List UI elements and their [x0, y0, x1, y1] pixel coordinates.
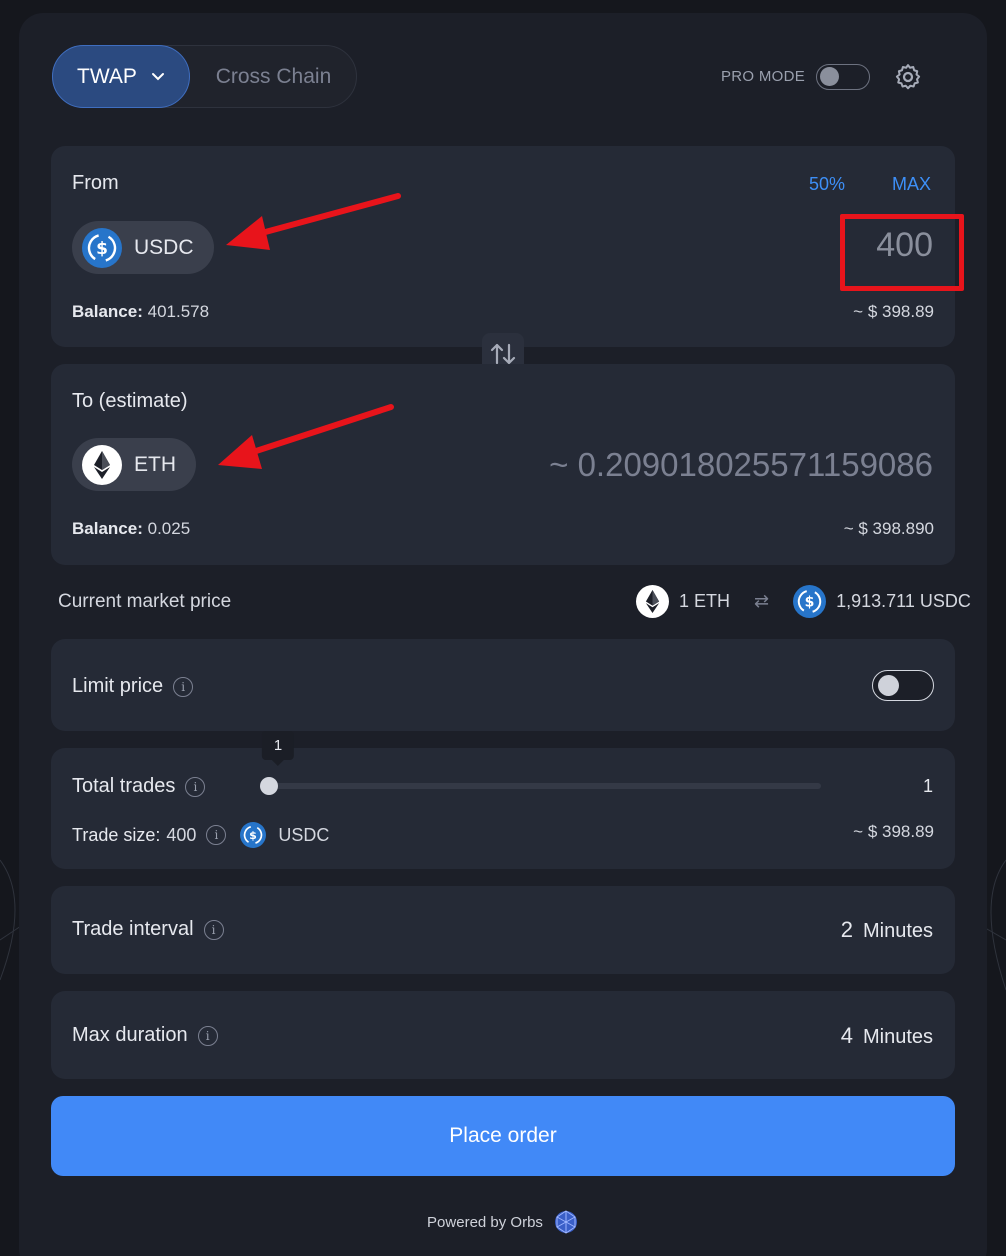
from-usd-value: ~ $ 398.89 — [853, 302, 934, 321]
to-usd-value: ~ $ 398.890 — [843, 519, 934, 538]
to-label: To (estimate) — [72, 390, 188, 412]
trade-interval-label: Trade interval — [72, 918, 194, 940]
to-card: To (estimate) ETH ~ 0.209018025571159086… — [51, 364, 955, 565]
to-balance: Balance: 0.025 — [72, 519, 190, 539]
market-price-value: 1 ETH ⇄ $ 1,913.711 USDC — [636, 585, 971, 618]
to-token-symbol: ETH — [134, 452, 176, 476]
market-price-left: 1 ETH — [679, 591, 731, 611]
total-trades-value: 1 — [922, 776, 933, 796]
from-balance: Balance: 401.578 — [72, 302, 209, 322]
max-duration-label: Max duration — [72, 1024, 188, 1046]
from-balance-value: 401.578 — [147, 302, 210, 321]
half-button[interactable]: 50% — [809, 174, 845, 195]
svg-text:$: $ — [805, 594, 815, 610]
trade-interval-unit[interactable]: Minutes — [863, 920, 933, 942]
market-price-right: 1,913.711 USDC — [836, 591, 971, 611]
trade-size-value: 400 — [166, 824, 197, 845]
trade-size-label: Trade size: — [72, 824, 161, 845]
trade-interval-card: Trade interval i 2 Minutes — [51, 886, 955, 974]
powered-by: Powered by Orbs — [0, 1209, 1006, 1235]
limit-price-label: Limit price — [72, 675, 164, 697]
slider-tooltip: 1 — [261, 731, 295, 760]
svg-text:$: $ — [96, 239, 108, 259]
trade-interval-row: Trade interval i — [72, 918, 224, 941]
tab-cross-chain[interactable]: Cross Chain — [190, 45, 357, 108]
trade-size-row: Trade size: 400 i $ USDC — [72, 822, 329, 848]
trade-interval-value-row[interactable]: 2 Minutes — [841, 917, 933, 943]
invert-price-icon[interactable]: ⇄ — [754, 591, 769, 612]
info-icon[interactable]: i — [173, 676, 194, 697]
trade-interval-value[interactable]: 2 — [841, 917, 853, 942]
trade-size-usd: ~ $ 398.89 — [853, 822, 934, 841]
max-duration-card: Max duration i 4 Minutes — [51, 991, 955, 1079]
info-icon[interactable]: i — [203, 919, 224, 940]
market-price-label: Current market price — [58, 591, 232, 612]
eth-icon — [82, 444, 122, 485]
total-trades-card: Total trades i 1 Trade size: 400 i $ USDC… — [51, 748, 955, 869]
total-trades-row: Total trades i — [72, 775, 206, 798]
max-duration-unit[interactable]: Minutes — [863, 1026, 933, 1048]
from-amount-input[interactable] — [733, 226, 933, 265]
trade-size-token: USDC — [278, 824, 330, 845]
limit-price-row: Limit price i — [72, 675, 194, 698]
limit-price-card: Limit price i — [51, 639, 955, 731]
limit-price-toggle[interactable] — [872, 670, 934, 701]
toggle-knob — [820, 67, 839, 86]
max-duration-value[interactable]: 4 — [841, 1023, 853, 1048]
usdc-icon: $ — [793, 585, 827, 618]
from-token-selector[interactable]: $ USDC — [72, 221, 214, 274]
to-amount-estimate: ~ 0.209018025571159086 — [549, 446, 933, 483]
to-token-selector[interactable]: ETH — [72, 438, 196, 491]
max-duration-value-row[interactable]: 4 Minutes — [841, 1023, 933, 1049]
powered-by-text: Powered by Orbs — [427, 1213, 543, 1231]
eth-icon — [636, 585, 669, 618]
pro-mode-label: PRO MODE — [721, 68, 806, 85]
tab-cross-chain-label: Cross Chain — [215, 64, 332, 88]
place-order-button[interactable]: Place order — [51, 1096, 955, 1176]
max-button[interactable]: MAX — [892, 174, 931, 195]
svg-text:$: $ — [250, 829, 258, 842]
chevron-down-icon — [151, 72, 164, 80]
info-icon[interactable]: i — [197, 1025, 218, 1046]
total-trades-slider[interactable] — [269, 783, 821, 789]
usdc-icon: $ — [82, 227, 122, 268]
total-trades-label: Total trades — [72, 775, 176, 797]
pro-mode-toggle[interactable] — [816, 64, 870, 90]
to-balance-value: 0.025 — [147, 519, 191, 538]
orbs-logo-icon[interactable] — [553, 1209, 579, 1235]
tab-twap-label: TWAP — [77, 64, 137, 88]
to-balance-label: Balance: — [72, 519, 143, 538]
from-balance-label: Balance: — [72, 302, 143, 321]
slider-thumb[interactable] — [260, 777, 278, 795]
tab-twap[interactable]: TWAP — [52, 45, 190, 108]
toggle-knob — [878, 675, 899, 696]
max-duration-row: Max duration i — [72, 1024, 218, 1047]
from-card: From 50% MAX $ USDC Balance: 401.578 ~ $… — [51, 146, 955, 347]
from-label: From — [72, 172, 119, 194]
info-icon[interactable]: i — [206, 825, 227, 845]
info-icon[interactable]: i — [185, 776, 206, 797]
gear-icon[interactable] — [893, 62, 923, 92]
usdc-icon: $ — [240, 822, 267, 848]
from-token-symbol: USDC — [134, 235, 194, 259]
